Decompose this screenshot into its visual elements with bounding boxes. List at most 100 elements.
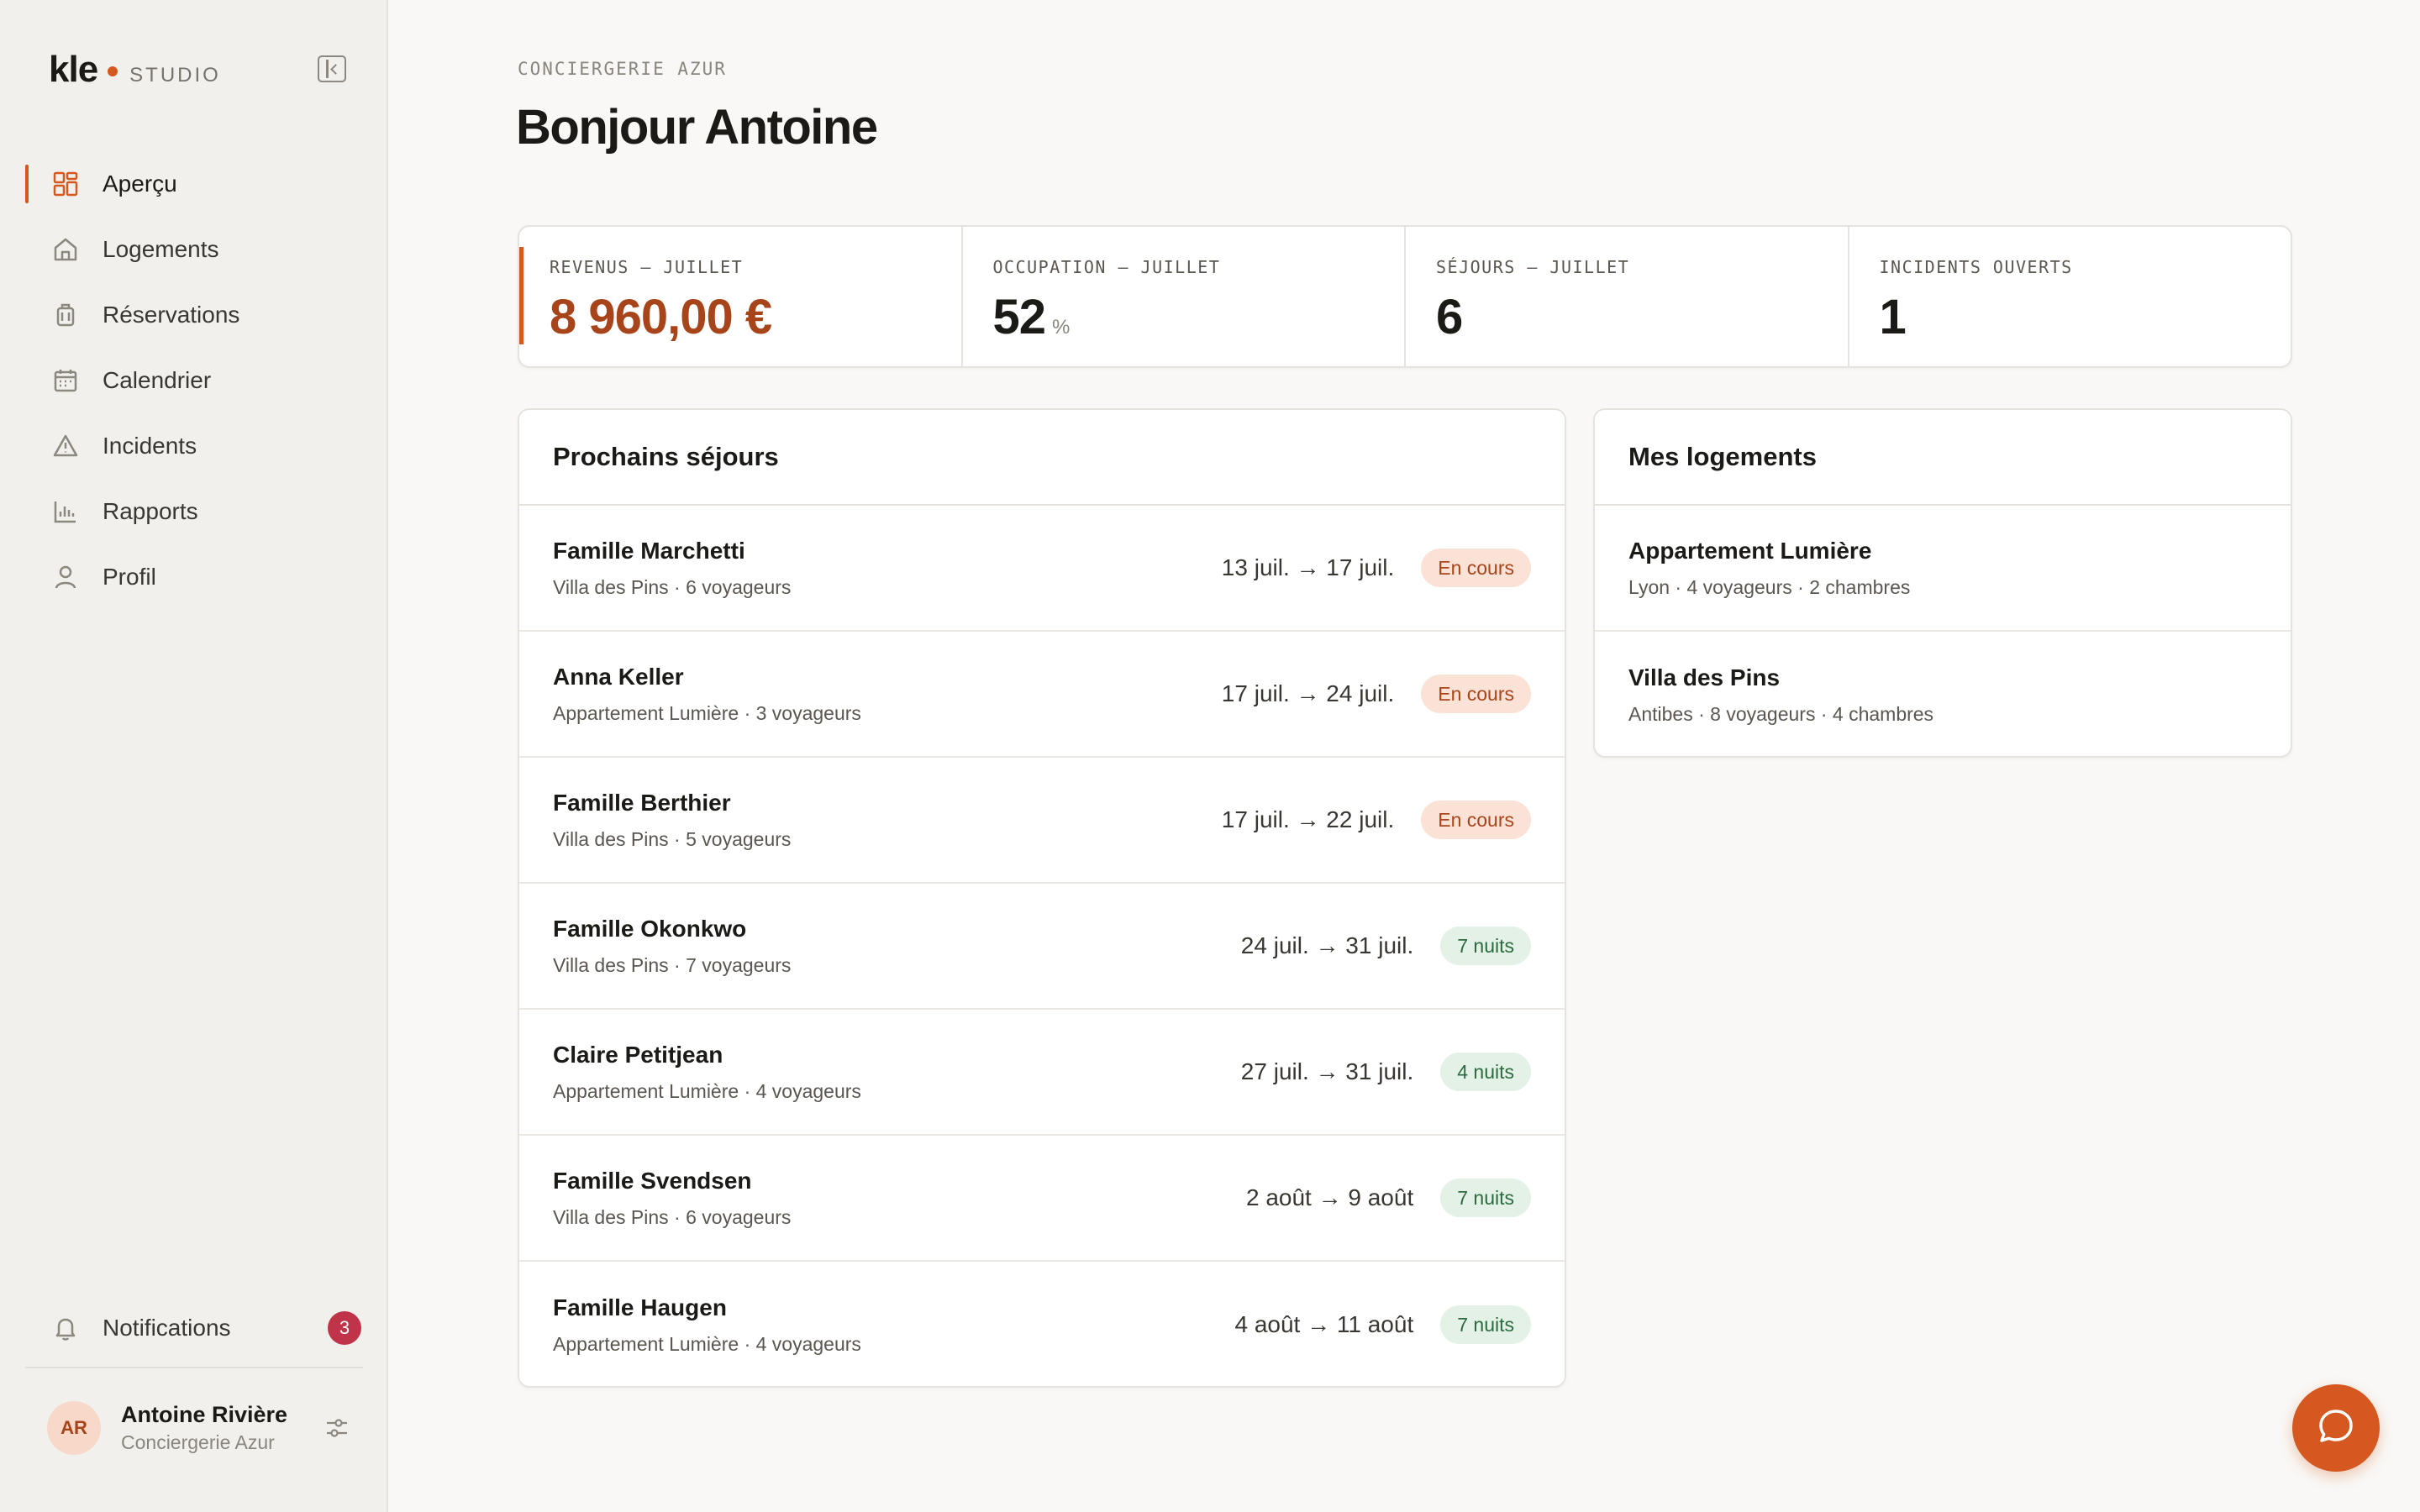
property-name: Villa des Pins: [1628, 664, 1781, 690]
alert-triangle-icon: [50, 431, 81, 461]
stay-detail: Villa des Pins · 7 voyageurs: [553, 953, 792, 976]
sidebar-item-apercu[interactable]: Aperçu: [25, 151, 363, 217]
stat-number: 8 960,00 €: [550, 290, 772, 344]
sidebar: kle STUDIO Aperçu Logements Réservations: [0, 0, 388, 1512]
my-properties-card: Mes logements Appartement Lumière Lyon ·…: [1593, 408, 2292, 758]
notifications-button[interactable]: Notifications 3: [25, 1295, 363, 1361]
nights-badge: 4 nuits: [1440, 1053, 1531, 1091]
stay-row[interactable]: Famille Berthier Villa des Pins · 5 voya…: [519, 758, 1565, 884]
stay-info: Claire Petitjean Appartement Lumière · 4…: [553, 1042, 1241, 1103]
stat-number: 52: [992, 290, 1047, 344]
upcoming-stays-card: Prochains séjours Famille Marchetti Vill…: [518, 408, 1566, 1388]
stat-occupancy: OCCUPATION — JUILLET 52%: [963, 227, 1406, 366]
stay-dates: 2 août → 9 août: [1245, 1184, 1414, 1210]
bell-icon: [50, 1313, 81, 1343]
stay-guest: Anna Keller: [553, 663, 684, 690]
sidebar-item-label: Profil: [103, 564, 156, 590]
sidebar-nav: Aperçu Logements Réservations Calendrier…: [25, 151, 363, 610]
property-name: Appartement Lumière: [1628, 537, 1872, 564]
calendar-icon: [50, 365, 81, 396]
status-badge: En cours: [1421, 675, 1531, 713]
stay-detail: Appartement Lumière · 3 voyageurs: [553, 701, 861, 724]
nights-badge: 7 nuits: [1440, 927, 1531, 965]
property-row[interactable]: Villa des Pins Antibes · 8 voyageurs · 4…: [1595, 632, 2291, 756]
property-info: Appartement Lumière Lyon · 4 voyageurs ·…: [1628, 538, 2257, 599]
stat-value: 1: [1880, 289, 2291, 345]
avatar: AR: [47, 1401, 101, 1455]
user-profile[interactable]: AR Antoine Rivière Conciergerie Azur: [47, 1401, 350, 1455]
stay-guest: Famille Svendsen: [553, 1167, 752, 1194]
sidebar-item-calendrier[interactable]: Calendrier: [25, 348, 363, 413]
sidebar-item-label: Rapports: [103, 498, 198, 524]
stay-detail: Appartement Lumière · 4 voyageurs: [553, 1332, 861, 1355]
chat-bubble-icon: [2315, 1405, 2357, 1452]
card-title: Mes logements: [1595, 410, 2291, 506]
status-badge: En cours: [1421, 549, 1531, 587]
stat-label: INCIDENTS OUVERTS: [1879, 257, 2073, 277]
stay-info: Famille Marchetti Villa des Pins · 6 voy…: [553, 538, 1222, 599]
sidebar-item-incidents[interactable]: Incidents: [25, 413, 363, 479]
stay-info: Famille Okonkwo Villa des Pins · 7 voyag…: [553, 916, 1241, 977]
home-icon: [50, 234, 81, 265]
stay-dates: 4 août → 11 août: [1234, 1311, 1414, 1337]
stay-detail: Villa des Pins · 5 voyageurs: [553, 827, 792, 850]
nights-badge: 7 nuits: [1440, 1179, 1531, 1217]
brand-dot: [108, 66, 118, 76]
user-info: Antoine Rivière Conciergerie Azur: [121, 1402, 324, 1454]
stay-row[interactable]: Famille Svendsen Villa des Pins · 6 voya…: [519, 1136, 1565, 1262]
brand-product: STUDIO: [129, 64, 221, 87]
stat-revenue: REVENUS — JUILLET 8 960,00 €: [519, 227, 963, 366]
stat-value: 8 960,00 €: [550, 289, 961, 345]
stay-guest: Famille Haugen: [553, 1294, 727, 1320]
user-organization: Conciergerie Azur: [121, 1431, 275, 1453]
brand-name: kle: [49, 49, 98, 90]
nights-badge: 7 nuits: [1440, 1305, 1531, 1344]
card-title: Prochains séjours: [519, 410, 1565, 506]
stay-detail: Villa des Pins · 6 voyageurs: [553, 1205, 792, 1228]
luggage-icon: [50, 300, 81, 330]
bar-chart-icon: [50, 496, 81, 527]
sidebar-item-logements[interactable]: Logements: [25, 217, 363, 282]
property-info: Villa des Pins Antibes · 8 voyageurs · 4…: [1628, 664, 2257, 726]
sidebar-item-reservations[interactable]: Réservations: [25, 282, 363, 348]
stay-dates: 13 juil. → 17 juil.: [1221, 554, 1395, 580]
stat-label: REVENUS — JUILLET: [550, 257, 744, 277]
sidebar-divider: [25, 1367, 363, 1368]
notifications-count-badge: 3: [328, 1311, 361, 1345]
stay-info: Famille Berthier Villa des Pins · 5 voya…: [553, 790, 1222, 851]
sliders-icon[interactable]: [324, 1415, 350, 1441]
user-name: Antoine Rivière: [121, 1402, 288, 1427]
stay-row[interactable]: Famille Okonkwo Villa des Pins · 7 voyag…: [519, 884, 1565, 1010]
sidebar-item-rapports[interactable]: Rapports: [25, 479, 363, 544]
sidebar-item-profil[interactable]: Profil: [25, 544, 363, 610]
stay-info: Famille Svendsen Villa des Pins · 6 voya…: [553, 1168, 1246, 1229]
stay-detail: Villa des Pins · 6 voyageurs: [553, 575, 792, 598]
stay-row[interactable]: Famille Haugen Appartement Lumière · 4 v…: [519, 1262, 1565, 1386]
sidebar-item-label: Incidents: [103, 433, 197, 459]
brand-logo[interactable]: kle STUDIO: [49, 49, 221, 91]
stat-unit: %: [1052, 316, 1070, 339]
stat-number: 6: [1436, 290, 1463, 344]
stat-label: OCCUPATION — JUILLET: [992, 257, 1221, 277]
stay-guest: Famille Okonkwo: [553, 915, 747, 942]
stat-value: 52%: [993, 289, 1405, 345]
stay-row[interactable]: Famille Marchetti Villa des Pins · 6 voy…: [519, 506, 1565, 632]
stat-number: 1: [1879, 290, 1907, 344]
sidebar-item-label: Logements: [103, 236, 219, 262]
property-detail: Antibes · 8 voyageurs · 4 chambres: [1628, 702, 1934, 725]
stay-row[interactable]: Anna Keller Appartement Lumière · 3 voya…: [519, 632, 1565, 758]
collapse-sidebar-icon[interactable]: [318, 55, 346, 82]
notifications-label: Notifications: [103, 1315, 231, 1341]
stat-stays: SÉJOURS — JUILLET 6: [1406, 227, 1849, 366]
stat-incidents: INCIDENTS OUVERTS 1: [1849, 227, 2291, 366]
stay-guest: Famille Berthier: [553, 789, 731, 816]
stay-info: Famille Haugen Appartement Lumière · 4 v…: [553, 1294, 1234, 1356]
page-title: Bonjour Antoine: [516, 100, 878, 155]
property-row[interactable]: Appartement Lumière Lyon · 4 voyageurs ·…: [1595, 506, 2291, 632]
stay-row[interactable]: Claire Petitjean Appartement Lumière · 4…: [519, 1010, 1565, 1136]
property-detail: Lyon · 4 voyageurs · 2 chambres: [1628, 575, 1911, 598]
sidebar-item-label: Réservations: [103, 302, 240, 328]
stay-dates: 27 juil. → 31 juil.: [1240, 1058, 1414, 1084]
chat-button[interactable]: [2292, 1384, 2380, 1472]
sidebar-item-label: Calendrier: [103, 367, 212, 393]
